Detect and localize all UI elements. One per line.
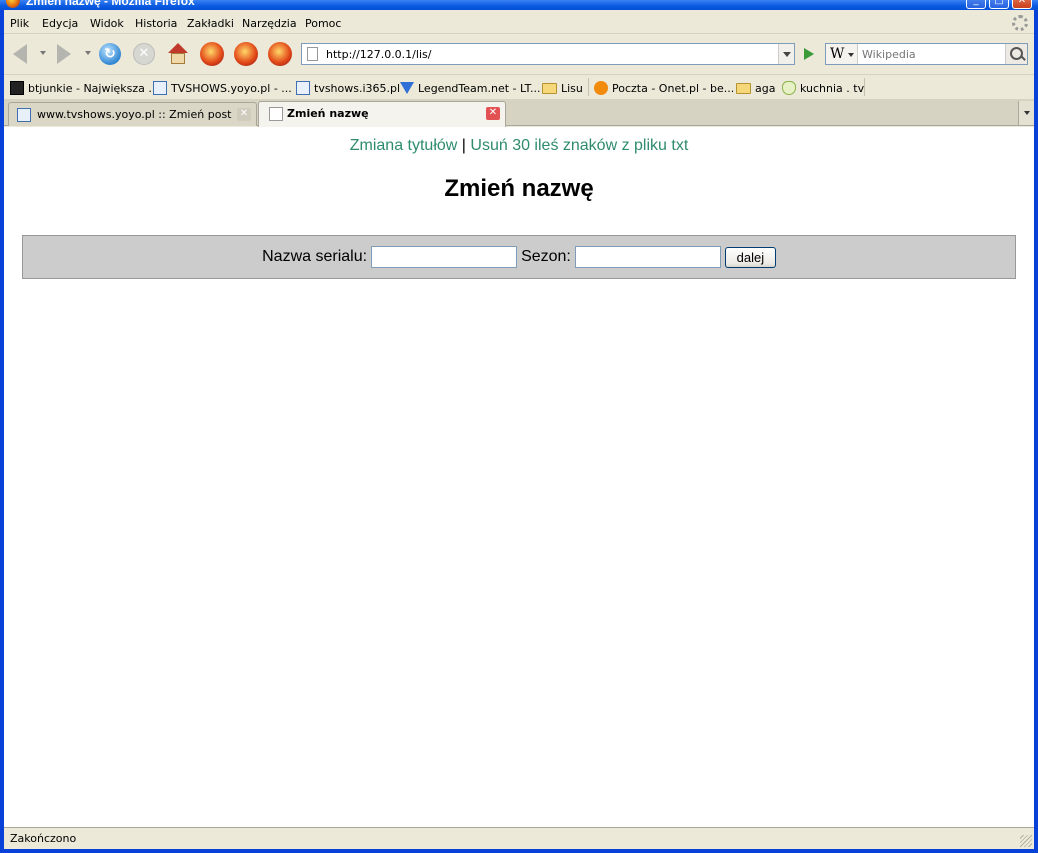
page-icon	[307, 47, 318, 61]
bookmark-label: Poczta - Onet.pl - be...	[612, 81, 735, 95]
tab-zmien-post[interactable]: www.tvshows.yoyo.pl :: Zmień post ✕	[8, 102, 257, 126]
bookmark-folder-aga[interactable]: aga	[736, 79, 775, 97]
back-history-dropdown[interactable]	[40, 51, 46, 55]
addon-button-2[interactable]	[234, 42, 258, 66]
bookmark-label: Lisu	[561, 81, 583, 95]
addon-button-3[interactable]	[268, 42, 292, 66]
forward-history-dropdown[interactable]	[85, 51, 91, 55]
reload-icon: ↻	[99, 43, 121, 65]
address-url[interactable]: http://127.0.0.1/lis/	[326, 48, 431, 61]
avid-icon	[153, 81, 167, 95]
rename-form: Nazwa serialu: Sezon: dalej	[22, 235, 1016, 279]
go-button[interactable]	[799, 45, 819, 63]
link-usun-znakow[interactable]: Usuń 30 ileś znaków z pliku txt	[470, 137, 688, 154]
stop-button[interactable]: ✕	[132, 42, 156, 66]
link-separator: |	[461, 137, 466, 154]
tab-close-icon[interactable]: ✕	[237, 108, 251, 121]
navigation-toolbar: ↻ ✕ http://127.0.0.1/lis/ W	[4, 35, 1034, 73]
legendteam-icon	[400, 82, 414, 94]
tab-label: Zmień nazwę	[287, 107, 369, 120]
addon-icon	[268, 42, 292, 66]
menu-pomoc[interactable]: Pomoc	[305, 17, 341, 30]
menu-zakladki[interactable]: Zakładki	[187, 17, 234, 30]
bookmark-separator	[588, 78, 589, 96]
addon-button-1[interactable]	[200, 42, 224, 66]
bookmark-label: kuchnia . tv	[800, 81, 865, 95]
stop-icon: ✕	[133, 43, 155, 65]
bookmark-tvshows-yoyo[interactable]: TVSHOWS.yoyo.pl - ...	[153, 79, 292, 97]
menu-edycja[interactable]: Edycja	[42, 17, 78, 30]
window-frame-right	[1034, 10, 1038, 853]
menu-narzedzia[interactable]: Narzędzia	[242, 17, 297, 30]
menu-historia[interactable]: Historia	[135, 17, 177, 30]
bookmarks-toolbar: btjunkie - Największa ... TVSHOWS.yoyo.p…	[4, 74, 1034, 98]
tab-zmien-nazwe[interactable]: Zmień nazwę ✕	[258, 101, 506, 127]
folder-icon	[542, 82, 557, 94]
next-button[interactable]: dalej	[724, 246, 776, 268]
onet-icon	[594, 81, 608, 95]
resize-grip-icon[interactable]	[1020, 835, 1032, 847]
home-button[interactable]	[166, 42, 190, 66]
reload-button[interactable]: ↻	[98, 42, 122, 66]
avid-icon	[17, 108, 31, 122]
address-history-dropdown[interactable]	[778, 44, 794, 64]
search-icon[interactable]	[1005, 44, 1027, 64]
bookmark-folder-lisu[interactable]: Lisu	[542, 79, 583, 97]
kuchnia-icon	[782, 81, 796, 95]
menu-widok[interactable]: Widok	[90, 17, 124, 30]
addon-icon	[234, 42, 258, 66]
bookmark-label: TVSHOWS.yoyo.pl - ...	[171, 81, 292, 95]
address-bar[interactable]: http://127.0.0.1/lis/	[301, 43, 795, 65]
maximize-button[interactable]: □	[989, 0, 1009, 9]
tab-close-icon[interactable]: ✕	[486, 107, 500, 120]
bookmark-label: btjunkie - Największa ...	[28, 81, 159, 95]
page-nav-links: Zmiana tytułów | Usuń 30 ileś znaków z p…	[4, 137, 1034, 155]
page-icon	[269, 107, 283, 121]
folder-icon	[736, 82, 751, 94]
addon-icon	[200, 42, 224, 66]
search-input[interactable]	[862, 47, 1002, 61]
tab-list-dropdown[interactable]	[1018, 101, 1034, 125]
title-bar[interactable]: Zmień nazwę - Mozilla Firefox _ □ ✕	[0, 0, 1038, 10]
page-content: Zmiana tytułów | Usuń 30 ileś znaków z p…	[4, 127, 1034, 827]
bookmark-label: LegendTeam.net - LT...	[418, 81, 541, 95]
bookmark-separator	[864, 78, 865, 96]
series-name-label: Nazwa serialu:	[262, 248, 368, 265]
home-icon	[167, 43, 189, 65]
avid-icon	[296, 81, 310, 95]
search-bar[interactable]: W	[825, 43, 1028, 65]
bookmark-poczta-onet[interactable]: Poczta - Onet.pl - be...	[594, 79, 734, 97]
bookmark-btjunkie[interactable]: btjunkie - Największa ...	[10, 79, 159, 97]
activity-throbber-icon	[1012, 15, 1028, 31]
tab-bar: www.tvshows.yoyo.pl :: Zmień post ✕ Zmie…	[4, 99, 1034, 127]
search-engine-selector[interactable]: W	[826, 44, 858, 64]
back-arrow-icon	[13, 44, 27, 64]
bookmark-tvshows-i365[interactable]: tvshows.i365.pl	[296, 79, 400, 97]
bookmark-legendteam[interactable]: LegendTeam.net - LT...	[400, 79, 541, 97]
status-bar: Zakończono	[4, 827, 1034, 849]
forward-button[interactable]	[52, 42, 76, 66]
window-title: Zmień nazwę - Mozilla Firefox	[26, 0, 195, 8]
bookmark-label: aga	[755, 81, 776, 95]
season-label: Sezon:	[521, 248, 571, 265]
back-button[interactable]	[8, 42, 32, 66]
firefox-icon	[6, 0, 20, 8]
menu-plik[interactable]: Plik	[10, 17, 29, 30]
status-text: Zakończono	[10, 832, 77, 845]
tab-label: www.tvshows.yoyo.pl :: Zmień post	[37, 108, 232, 121]
browser-window: Zmień nazwę - Mozilla Firefox _ □ ✕ Plik…	[0, 0, 1038, 853]
minimize-button[interactable]: _	[966, 0, 986, 9]
bookmark-label: tvshows.i365.pl	[314, 81, 401, 95]
menu-bar: Plik Edycja Widok Historia Zakładki Narz…	[4, 12, 1034, 34]
forward-arrow-icon	[57, 44, 71, 64]
page-title: Zmień nazwę	[444, 175, 594, 202]
window-frame-bottom	[0, 849, 1038, 853]
link-zmiana-tytulow[interactable]: Zmiana tytułów	[350, 137, 458, 154]
season-input[interactable]	[574, 246, 721, 268]
btjunkie-icon	[10, 81, 24, 95]
series-name-input[interactable]	[371, 246, 518, 268]
bookmark-kuchnia-tv[interactable]: kuchnia . tv	[782, 79, 864, 97]
close-window-button[interactable]: ✕	[1012, 0, 1032, 9]
